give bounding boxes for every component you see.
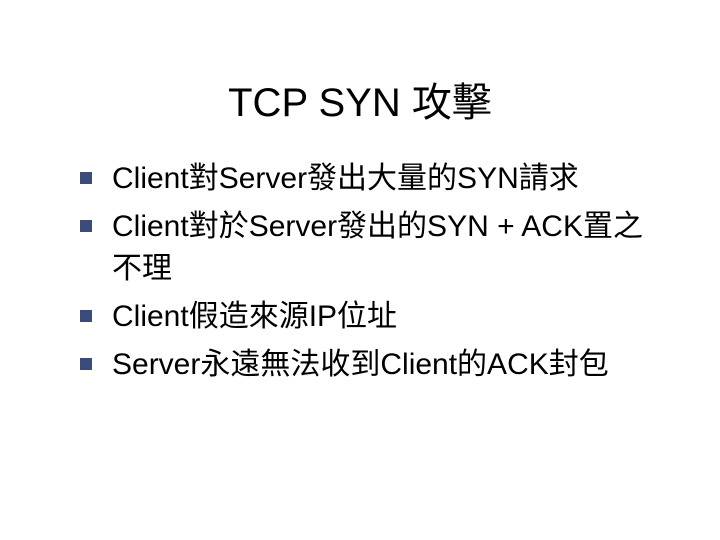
- bullet-text: Client假造來源IP位址: [112, 296, 397, 338]
- slide: TCP SYN 攻擊 Client對Server發出大量的SYN請求 Clien…: [0, 0, 720, 540]
- bullet-icon: [80, 358, 92, 370]
- list-item: Client對Server發出大量的SYN請求: [80, 158, 660, 200]
- bullet-text: Client對Server發出大量的SYN請求: [112, 158, 579, 200]
- bullet-text: Client對於Server發出的SYN + ACK置之不理: [112, 206, 660, 290]
- list-item: Server永遠無法收到Client的ACK封包: [80, 344, 660, 386]
- list-item: Client對於Server發出的SYN + ACK置之不理: [80, 206, 660, 290]
- slide-title: TCP SYN 攻擊: [0, 70, 720, 128]
- list-item: Client假造來源IP位址: [80, 296, 660, 338]
- bullet-icon: [80, 220, 92, 232]
- bullet-list: Client對Server發出大量的SYN請求 Client對於Server發出…: [80, 158, 660, 386]
- bullet-text: Server永遠無法收到Client的ACK封包: [112, 344, 609, 386]
- bullet-icon: [80, 172, 92, 184]
- bullet-icon: [80, 310, 92, 322]
